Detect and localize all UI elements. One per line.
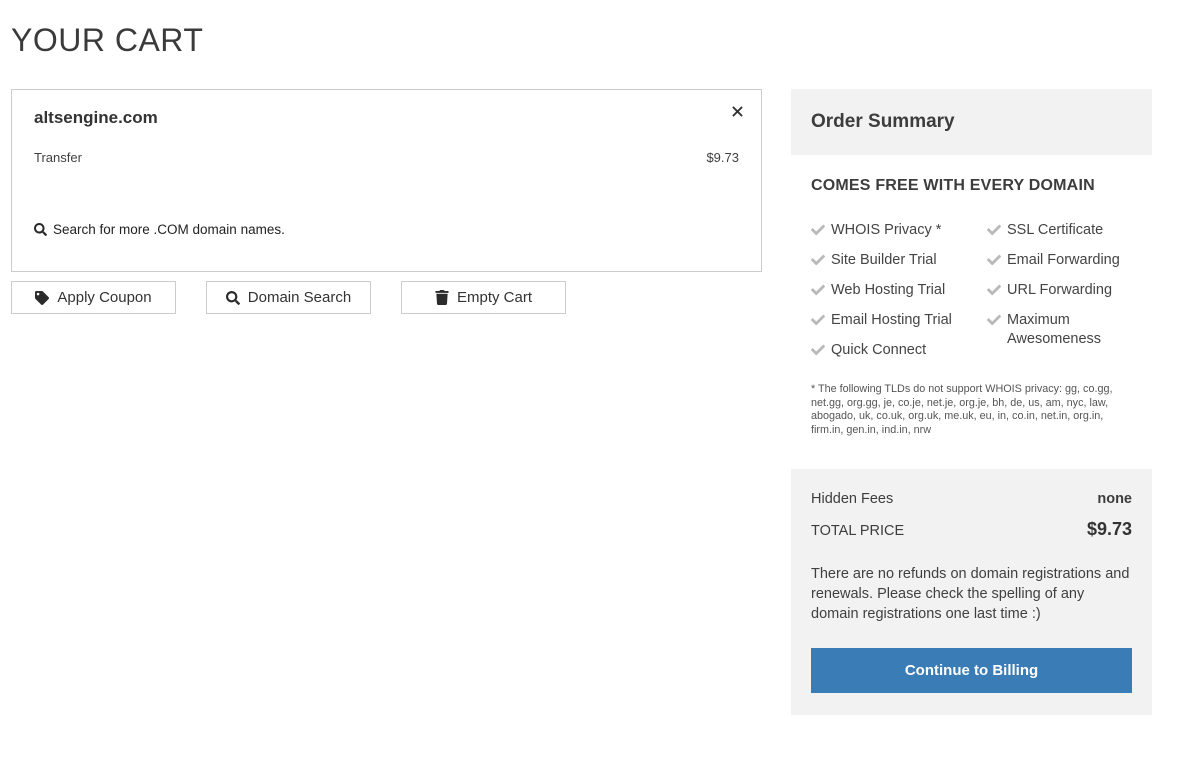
free-feature-item: Maximum Awesomeness [987,311,1132,349]
total-price-label: TOTAL PRICE [811,523,905,539]
total-price-row: TOTAL PRICE $9.73 [811,519,1132,540]
totals-box: Hidden Fees none TOTAL PRICE $9.73 There… [791,469,1152,715]
empty-cart-label: Empty Cart [456,289,532,306]
check-icon [987,314,1001,326]
order-summary-header: Order Summary [791,89,1152,155]
empty-cart-button[interactable]: Empty Cart [401,281,566,314]
free-feature-item: URL Forwarding [987,281,1132,300]
free-feature-label: Maximum Awesomeness [1007,312,1102,347]
domain-search-label: Domain Search [247,289,352,306]
domain-search-button[interactable]: Domain Search [206,281,371,314]
search-icon [225,290,240,305]
free-feature-label: Quick Connect [831,342,927,358]
remove-item-button[interactable] [728,102,747,121]
refund-note: There are no refunds on domain registrat… [811,566,1130,622]
apply-coupon-button[interactable]: Apply Coupon [11,281,176,314]
cart-column: altsengine.com Transfer $9.73 Search for… [11,89,762,314]
search-more-link[interactable]: Search for more .COM domain names. [34,222,285,237]
whois-privacy-note: * The following TLDs do not support WHOI… [811,383,1113,436]
cart-item-type: Transfer [34,150,82,165]
free-feature-item: Email Hosting Trial [811,311,987,330]
free-feature-item: SSL Certificate [987,221,1132,240]
continue-to-billing-button[interactable]: Continue to Billing [811,648,1132,693]
check-icon [987,284,1001,296]
free-features-section: COMES FREE WITH EVERY DOMAIN WHOIS Priva… [791,155,1152,437]
free-feature-label: WHOIS Privacy * [831,222,942,238]
cart-layout: altsengine.com Transfer $9.73 Search for… [0,89,1200,715]
cart-item-price: $9.73 [706,150,739,165]
order-summary-title: Order Summary [811,111,955,132]
cart-actions: Apply Coupon Domain Search Empty Cart [11,281,762,314]
hidden-fees-label: Hidden Fees [811,491,894,507]
cart-item-row: Transfer $9.73 [34,150,747,165]
hidden-fees-row: Hidden Fees none [811,491,1132,508]
free-feature-item: Email Forwarding [987,251,1132,270]
apply-coupon-label: Apply Coupon [57,289,152,306]
search-icon [34,223,47,236]
check-icon [811,314,825,326]
tag-icon [35,290,50,305]
free-features-grid: WHOIS Privacy * Site Builder Trial Web H… [811,221,1132,371]
check-icon [987,224,1001,236]
free-feature-label: Email Hosting Trial [831,312,952,328]
order-summary-panel: Order Summary COMES FREE WITH EVERY DOMA… [791,89,1152,715]
free-features-col-left: WHOIS Privacy * Site Builder Trial Web H… [811,221,987,371]
free-feature-label: Email Forwarding [1007,252,1120,268]
free-feature-item: Web Hosting Trial [811,281,987,300]
trash-icon [435,290,449,305]
cart-box: altsengine.com Transfer $9.73 Search for… [11,89,762,272]
check-icon [811,254,825,266]
total-price-value: $9.73 [1086,519,1132,539]
hidden-fees-value: none [1097,491,1132,507]
cart-item-domain: altsengine.com [34,108,158,127]
free-feature-label: Web Hosting Trial [831,282,946,298]
check-icon [811,224,825,236]
free-features-heading: COMES FREE WITH EVERY DOMAIN [811,177,1095,194]
close-icon [732,106,743,117]
free-features-col-right: SSL Certificate Email Forwarding URL For… [987,221,1132,371]
free-feature-label: URL Forwarding [1007,282,1113,298]
cart-item-header: altsengine.com [34,102,747,129]
free-feature-item: Site Builder Trial [811,251,987,270]
check-icon [811,284,825,296]
check-icon [987,254,1001,266]
free-feature-item: Quick Connect [811,341,987,360]
check-icon [811,344,825,356]
page-title: YOUR CART [11,22,204,58]
free-feature-item: WHOIS Privacy * [811,221,987,240]
search-more-label: Search for more .COM domain names. [53,222,285,237]
free-feature-label: Site Builder Trial [831,252,937,268]
free-feature-label: SSL Certificate [1007,222,1104,238]
